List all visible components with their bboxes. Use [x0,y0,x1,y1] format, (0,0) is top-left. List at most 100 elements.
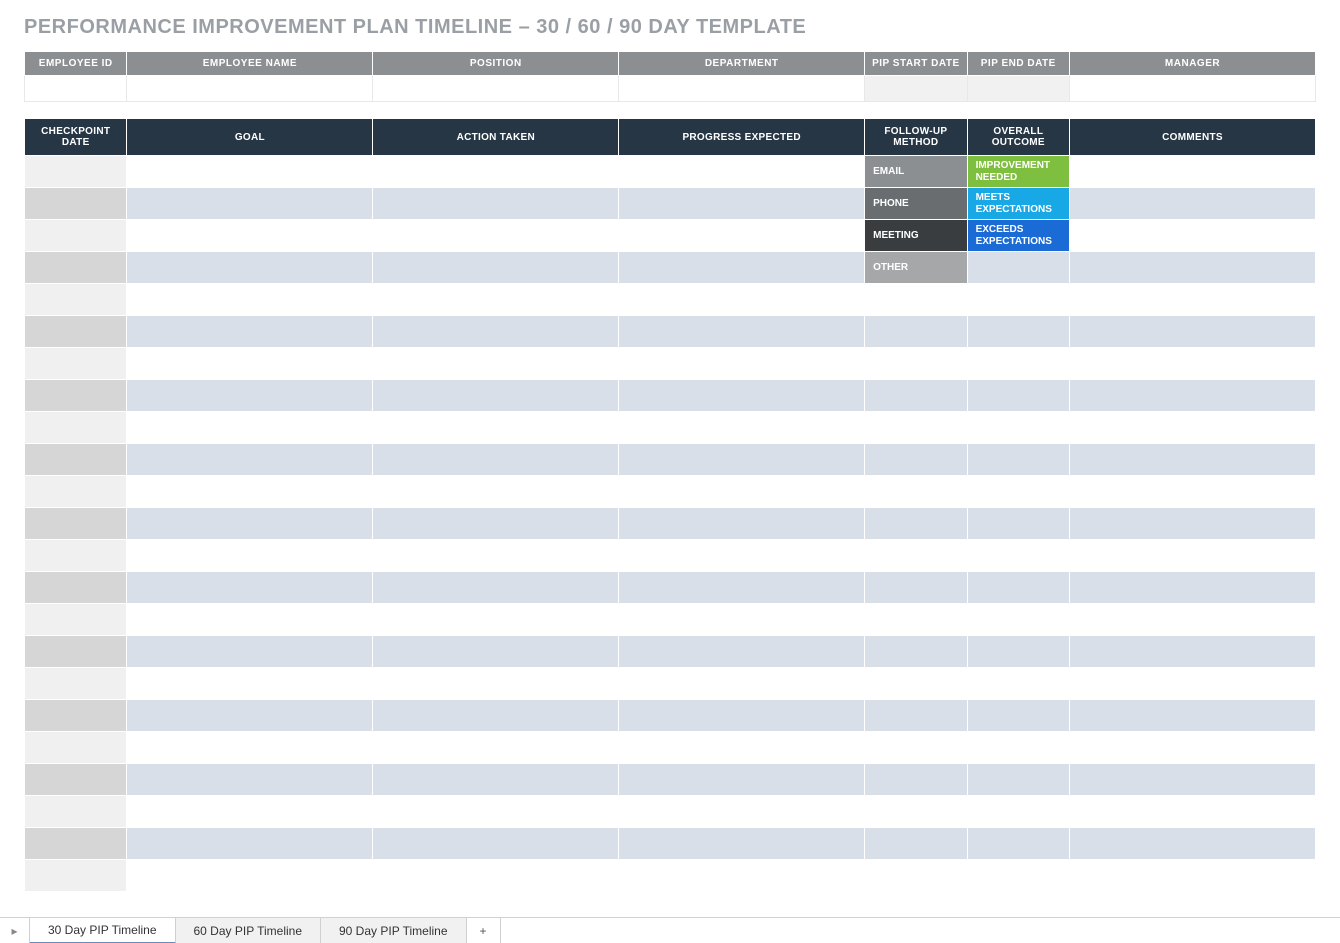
cell-follow-up-method[interactable] [865,316,967,348]
cell-comments[interactable] [1070,732,1316,764]
cell-follow-up-method[interactable] [865,572,967,604]
cell-action-taken[interactable] [373,796,619,828]
cell-action-taken[interactable] [373,636,619,668]
cell-overall-outcome[interactable] [967,732,1069,764]
cell-pip-end-date[interactable] [967,76,1069,102]
cell-goal[interactable] [127,348,373,380]
cell-overall-outcome[interactable] [967,316,1069,348]
cell-goal[interactable] [127,604,373,636]
cell-action-taken[interactable] [373,732,619,764]
cell-comments[interactable] [1070,508,1316,540]
cell-checkpoint-date[interactable] [25,732,127,764]
cell-manager[interactable] [1070,76,1316,102]
cell-follow-up-method[interactable] [865,476,967,508]
cell-follow-up-method[interactable] [865,764,967,796]
cell-comments[interactable] [1070,828,1316,860]
cell-comments[interactable] [1070,412,1316,444]
cell-employee-id[interactable] [25,76,127,102]
cell-checkpoint-date[interactable] [25,348,127,380]
cell-overall-outcome[interactable] [967,380,1069,412]
cell-comments[interactable] [1070,188,1316,220]
cell-follow-up-method[interactable] [865,668,967,700]
cell-goal[interactable] [127,540,373,572]
cell-follow-up-method[interactable] [865,700,967,732]
cell-comments[interactable] [1070,380,1316,412]
cell-comments[interactable] [1070,668,1316,700]
cell-progress-expected[interactable] [619,700,865,732]
cell-progress-expected[interactable] [619,636,865,668]
cell-comments[interactable] [1070,860,1316,892]
cell-goal[interactable] [127,252,373,284]
cell-progress-expected[interactable] [619,476,865,508]
cell-overall-outcome[interactable]: IMPROVEMENT NEEDED [967,156,1069,188]
cell-progress-expected[interactable] [619,860,865,892]
cell-checkpoint-date[interactable] [25,764,127,796]
cell-goal[interactable] [127,636,373,668]
cell-checkpoint-date[interactable] [25,572,127,604]
cell-action-taken[interactable] [373,540,619,572]
cell-progress-expected[interactable] [619,284,865,316]
cell-checkpoint-date[interactable] [25,860,127,892]
cell-checkpoint-date[interactable] [25,796,127,828]
cell-goal[interactable] [127,412,373,444]
cell-follow-up-method[interactable]: PHONE [865,188,967,220]
cell-goal[interactable] [127,220,373,252]
cell-overall-outcome[interactable] [967,444,1069,476]
cell-action-taken[interactable] [373,860,619,892]
cell-progress-expected[interactable] [619,764,865,796]
cell-progress-expected[interactable] [619,796,865,828]
cell-follow-up-method[interactable] [865,444,967,476]
cell-overall-outcome[interactable] [967,636,1069,668]
add-sheet-button[interactable]: + [467,918,501,943]
cell-follow-up-method[interactable] [865,636,967,668]
cell-comments[interactable] [1070,636,1316,668]
cell-goal[interactable] [127,444,373,476]
cell-action-taken[interactable] [373,220,619,252]
cell-action-taken[interactable] [373,668,619,700]
cell-follow-up-method[interactable]: OTHER [865,252,967,284]
cell-checkpoint-date[interactable] [25,700,127,732]
cell-action-taken[interactable] [373,508,619,540]
cell-progress-expected[interactable] [619,412,865,444]
cell-follow-up-method[interactable] [865,604,967,636]
cell-goal[interactable] [127,156,373,188]
cell-progress-expected[interactable] [619,156,865,188]
cell-follow-up-method[interactable] [865,540,967,572]
cell-progress-expected[interactable] [619,188,865,220]
cell-overall-outcome[interactable] [967,828,1069,860]
cell-follow-up-method[interactable] [865,796,967,828]
cell-overall-outcome[interactable] [967,668,1069,700]
cell-checkpoint-date[interactable] [25,412,127,444]
cell-action-taken[interactable] [373,828,619,860]
cell-action-taken[interactable] [373,252,619,284]
cell-overall-outcome[interactable]: MEETS EXPECTATIONS [967,188,1069,220]
cell-checkpoint-date[interactable] [25,828,127,860]
cell-comments[interactable] [1070,316,1316,348]
cell-goal[interactable] [127,796,373,828]
cell-action-taken[interactable] [373,476,619,508]
cell-goal[interactable] [127,508,373,540]
cell-checkpoint-date[interactable] [25,604,127,636]
cell-action-taken[interactable] [373,316,619,348]
cell-progress-expected[interactable] [619,732,865,764]
cell-checkpoint-date[interactable] [25,316,127,348]
tab-60-day[interactable]: 60 Day PIP Timeline [176,918,322,943]
cell-goal[interactable] [127,828,373,860]
cell-progress-expected[interactable] [619,572,865,604]
cell-action-taken[interactable] [373,412,619,444]
cell-follow-up-method[interactable] [865,508,967,540]
cell-checkpoint-date[interactable] [25,380,127,412]
cell-overall-outcome[interactable]: EXCEEDS EXPECTATIONS [967,220,1069,252]
cell-goal[interactable] [127,476,373,508]
tab-nav-prev[interactable]: ▸ [0,918,30,943]
cell-comments[interactable] [1070,764,1316,796]
cell-goal[interactable] [127,572,373,604]
cell-progress-expected[interactable] [619,508,865,540]
cell-comments[interactable] [1070,284,1316,316]
cell-goal[interactable] [127,380,373,412]
cell-progress-expected[interactable] [619,828,865,860]
cell-checkpoint-date[interactable] [25,156,127,188]
cell-overall-outcome[interactable] [967,412,1069,444]
cell-progress-expected[interactable] [619,316,865,348]
cell-checkpoint-date[interactable] [25,508,127,540]
